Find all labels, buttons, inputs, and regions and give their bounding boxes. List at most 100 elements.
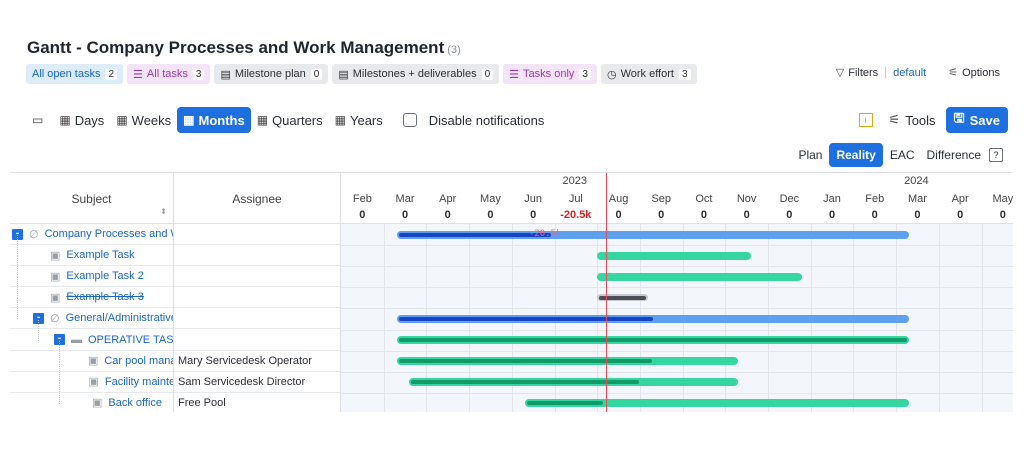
task-row-assignee[interactable] [174, 224, 340, 245]
task-row-assignee[interactable] [174, 266, 340, 288]
task-subject-link[interactable]: Example Task 3 [66, 291, 143, 303]
tree-connector [59, 340, 60, 362]
query-chip-count: 0 [310, 68, 323, 80]
zoom-quarters-button[interactable]: ▦ Quarters [251, 107, 329, 133]
save-label: Save [969, 112, 1000, 128]
query-chip-label: All tasks [146, 68, 188, 80]
month-value: 0 [658, 209, 665, 221]
query-chip-6[interactable]: ◷ Work effort 3 [600, 64, 697, 84]
month-label: Oct [695, 193, 713, 205]
task-row-assignee[interactable]: Free Pool [174, 393, 340, 412]
task-subject-link[interactable]: Car pool management [104, 355, 173, 367]
query-chip-2[interactable]: ☰ All tasks 3 [127, 64, 211, 84]
task-row-assignee[interactable] [174, 245, 340, 267]
task-subject-link[interactable]: General/Administrative [66, 312, 173, 324]
task-row-assignee[interactable] [174, 308, 340, 330]
task-row-subject[interactable]: -∅Company Processes and Work Management [10, 224, 173, 245]
sliders-icon: ⚟ [888, 112, 901, 127]
month-value: -20.5k [560, 209, 592, 221]
subject-column: Subject⬍ -∅Company Processes and Work Ma… [10, 173, 174, 412]
query-chip-5[interactable]: ☰ Tasks only 3 [503, 64, 597, 84]
clock-icon: ◷ [606, 68, 617, 81]
task-row-subject[interactable]: ▣ Example Task 2 [10, 266, 173, 288]
gantt-bar-label: -20.5k [528, 229, 562, 239]
task-subject-link[interactable]: Facility maintenance [105, 376, 173, 388]
zoom-days-button[interactable]: ▦ Days [53, 107, 110, 133]
task-row-subject[interactable]: -▬OPERATIVE TASKS [10, 330, 173, 351]
task-subject-link[interactable]: Example Task 2 [66, 270, 143, 282]
mode-plan-tab[interactable]: Plan [793, 143, 827, 167]
zoom-years-button[interactable]: ▦ Years [329, 107, 389, 133]
task-row-subject[interactable]: - ∅ General/Administrative [10, 308, 173, 330]
gantt-bar[interactable] [597, 272, 803, 281]
tree-connector [17, 256, 18, 278]
zoom-weeks-button[interactable]: ▦ Weeks [110, 107, 177, 133]
view-mode-bar: Plan Reality EAC Difference? [791, 143, 1008, 167]
month-label: Feb [352, 193, 372, 205]
gantt-timeline[interactable]: 2023 2024 Feb 0 Mar 0 Apr 0 May 0 Jun 0 Jul -20.5k Aug… [341, 173, 1013, 412]
grid-hline [341, 371, 1013, 373]
task-subject-link[interactable]: Back office [108, 397, 162, 409]
month-value: 0 [743, 209, 750, 221]
sort-icon[interactable]: ⬍ [160, 207, 167, 216]
tree-connector [17, 277, 18, 299]
task-row-assignee[interactable]: Mary Servicedesk Operator [174, 351, 340, 372]
query-chip-1[interactable]: All open tasks 2 [26, 64, 124, 84]
task-icon: ▣ [50, 291, 61, 304]
project-icon: ∅ [50, 312, 60, 325]
mode-eac-tab[interactable]: EAC [885, 143, 920, 167]
month-label: Jan [823, 193, 841, 205]
month-label: Apr [439, 193, 457, 205]
calendar-icon: ▦ [334, 113, 346, 127]
help-icon[interactable]: ? [989, 148, 1003, 162]
save-button[interactable]: 🖫 Save [945, 107, 1008, 133]
task-row-subject[interactable]: ▣ Example Task [10, 245, 173, 267]
filters-button[interactable]: Filters [848, 67, 878, 79]
task-icon: ▣ [88, 376, 99, 389]
month-label: Nov [736, 193, 757, 205]
assignee-name: Sam Servicedesk Director [178, 375, 306, 388]
gantt-bar-progress [411, 380, 639, 385]
calendar-icon: ▦ [59, 113, 71, 127]
calendar-button[interactable]: ▭ [26, 107, 53, 133]
list-icon: ☰ [509, 68, 520, 81]
filter-preset-link[interactable]: default [893, 67, 926, 79]
month-label: Apr [951, 193, 969, 205]
task-row-assignee[interactable] [174, 330, 340, 351]
options-button[interactable]: ⚟ Options [948, 66, 1000, 79]
calendar-icon: ▦ [183, 113, 195, 127]
assignee-header[interactable]: Assignee [174, 173, 340, 224]
project-count: (3) [447, 44, 461, 56]
info-icon[interactable]: i [858, 113, 873, 127]
query-chip-4[interactable]: ▤ Milestones + deliverables 0 [332, 64, 500, 84]
grid-hline [341, 350, 1013, 352]
query-chip-3[interactable]: ▤ Milestone plan 0 [214, 64, 329, 84]
query-chip-label: All open tasks [32, 68, 101, 80]
query-chip-label: Work effort [620, 68, 674, 80]
gantt-bar[interactable] [597, 251, 751, 260]
disable-notifications-checkbox[interactable] [402, 113, 417, 127]
subject-header[interactable]: Subject ⬍ [10, 173, 173, 224]
calendar-icon: ▭ [32, 113, 44, 127]
task-subject-link[interactable]: Company Processes and Work Management [45, 228, 173, 240]
toolbar-actions: i ⚟ Tools 🖫 Save [858, 107, 1008, 133]
zoom-months-button[interactable]: ▦ Months [177, 107, 251, 133]
task-row-subject[interactable]: ▣ Facility maintenance [10, 372, 173, 393]
task-row-assignee[interactable]: Sam Servicedesk Director [174, 372, 340, 393]
task-row-subject[interactable]: ▣ Car pool management [10, 351, 173, 372]
gantt-bar-progress [398, 316, 653, 321]
task-row-subject[interactable]: ▣ Example Task 3 [10, 287, 173, 309]
mode-difference-tab[interactable]: Difference? [922, 143, 1008, 167]
tools-button[interactable]: ⚟ Tools [889, 112, 936, 128]
task-subject-link[interactable]: Example Task [66, 249, 134, 261]
month-label: Aug [608, 193, 629, 205]
task-row-assignee[interactable] [174, 287, 340, 309]
task-row-subject[interactable]: ▣ Back office [10, 393, 173, 412]
month-label: Mar [395, 193, 415, 205]
mode-reality-tab[interactable]: Reality [829, 143, 883, 167]
month-label: Jun [524, 193, 543, 205]
divider [885, 66, 887, 79]
task-subject-link[interactable]: OPERATIVE TASKS [88, 334, 173, 346]
query-chip-label: Milestones + deliverables [352, 68, 477, 80]
task-icon: ▣ [50, 249, 61, 262]
